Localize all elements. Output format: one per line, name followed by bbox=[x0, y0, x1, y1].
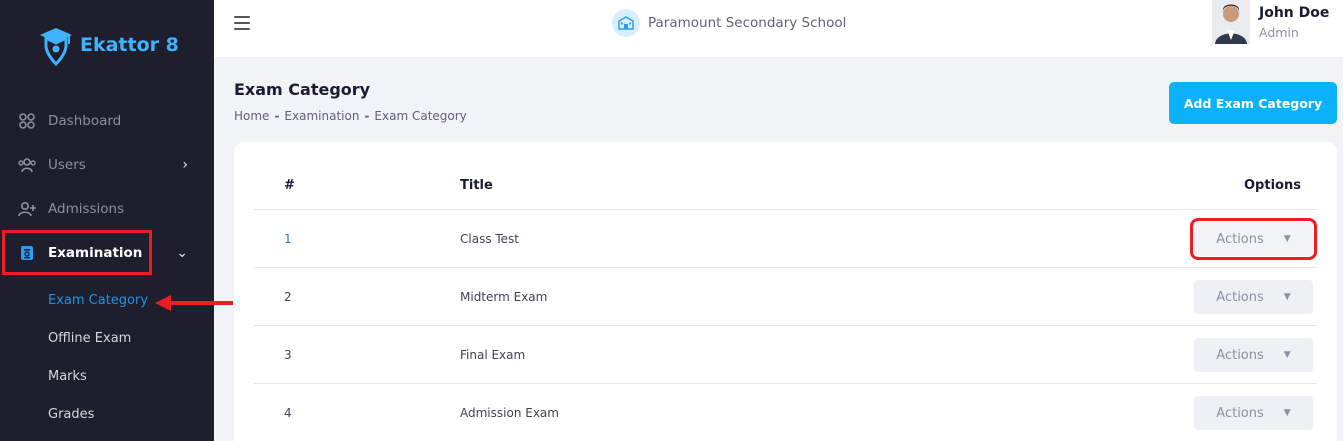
caret-down-icon: ▼ bbox=[1283, 292, 1291, 302]
exam-category-table: # Title Options 1 Class Test Actions ▼ 2… bbox=[234, 142, 1337, 441]
add-user-icon bbox=[18, 200, 36, 218]
avatar bbox=[1212, 0, 1250, 44]
actions-dropdown-button[interactable]: Actions ▼ bbox=[1194, 396, 1313, 430]
school-icon bbox=[612, 9, 640, 37]
row-divider bbox=[254, 383, 1317, 384]
actions-label: Actions bbox=[1216, 289, 1264, 305]
school-name: Paramount Secondary School bbox=[648, 15, 847, 31]
actions-dropdown-button[interactable]: Actions ▼ bbox=[1190, 218, 1317, 260]
exam-document-icon bbox=[18, 244, 36, 262]
page-title: Exam Category bbox=[234, 80, 371, 99]
sidebar-item-label: Examination bbox=[48, 245, 143, 261]
table-cell-title: Admission Exam bbox=[460, 406, 559, 420]
brand-name: Ekattor 8 bbox=[80, 34, 179, 56]
sidebar-subitem-grades[interactable]: Grades bbox=[48, 407, 94, 422]
chevron-down-icon: ⌄ bbox=[176, 245, 188, 261]
user-menu[interactable]: John Doe Admin bbox=[1212, 0, 1329, 44]
table-cell-num: 2 bbox=[284, 290, 292, 304]
sidebar-item-dashboard[interactable]: Dashboard bbox=[18, 110, 121, 132]
sidebar-item-label: Dashboard bbox=[48, 113, 122, 129]
row-divider bbox=[254, 209, 1317, 210]
sidebar-subitem-offline-exam[interactable]: Offline Exam bbox=[48, 331, 131, 346]
breadcrumb-separator: - bbox=[364, 109, 370, 123]
caret-down-icon: ▼ bbox=[1283, 234, 1291, 244]
actions-dropdown-button[interactable]: Actions ▼ bbox=[1194, 280, 1313, 314]
column-header-num: # bbox=[284, 178, 295, 193]
sidebar-subitem-exam-category[interactable]: Exam Category bbox=[48, 293, 148, 308]
users-icon bbox=[18, 156, 36, 174]
column-header-options: Options bbox=[1244, 178, 1301, 193]
caret-down-icon: ▼ bbox=[1283, 350, 1291, 360]
sidebar-item-label: Admissions bbox=[48, 201, 125, 217]
table-cell-title: Final Exam bbox=[460, 348, 526, 362]
table-cell-num: 4 bbox=[284, 406, 292, 420]
breadcrumb-separator: - bbox=[274, 109, 280, 123]
top-bar: Paramount Secondary School John Doe Admi… bbox=[214, 0, 1343, 57]
sidebar: Ekattor 8 Dashboard Users › Admissions E… bbox=[0, 0, 214, 441]
table-cell-title: Midterm Exam bbox=[460, 290, 548, 304]
table-cell-title: Class Test bbox=[460, 232, 520, 246]
row-divider bbox=[254, 325, 1317, 326]
sidebar-item-users[interactable]: Users › bbox=[18, 154, 214, 176]
user-role: Admin bbox=[1259, 25, 1299, 40]
dashboard-icon bbox=[18, 112, 36, 130]
chevron-right-icon: › bbox=[182, 157, 188, 173]
breadcrumb-current: Exam Category bbox=[374, 109, 467, 123]
sidebar-item-admissions[interactable]: Admissions bbox=[18, 198, 124, 220]
breadcrumb: Home - Examination - Exam Category bbox=[234, 109, 467, 123]
actions-dropdown-button[interactable]: Actions ▼ bbox=[1194, 338, 1313, 372]
graduation-pin-icon bbox=[40, 28, 72, 66]
menu-toggle-icon[interactable] bbox=[234, 16, 250, 30]
table-cell-num: 3 bbox=[284, 348, 292, 362]
actions-label: Actions bbox=[1216, 231, 1264, 247]
caret-down-icon: ▼ bbox=[1283, 408, 1291, 418]
table-cell-num: 1 bbox=[284, 232, 292, 246]
actions-label: Actions bbox=[1216, 405, 1264, 421]
add-exam-category-button[interactable]: Add Exam Category bbox=[1169, 82, 1337, 124]
school-selector[interactable]: Paramount Secondary School bbox=[612, 9, 846, 37]
annotation-arrow-icon bbox=[155, 295, 233, 311]
column-header-title: Title bbox=[460, 178, 493, 193]
sidebar-item-examination[interactable]: Examination ⌄ bbox=[18, 242, 214, 264]
sidebar-item-label: Users bbox=[48, 157, 86, 173]
breadcrumb-examination[interactable]: Examination bbox=[284, 109, 359, 123]
sidebar-subitem-marks[interactable]: Marks bbox=[48, 369, 87, 384]
breadcrumb-home[interactable]: Home bbox=[234, 109, 269, 123]
row-divider bbox=[254, 267, 1317, 268]
brand[interactable]: Ekattor 8 bbox=[38, 24, 179, 66]
actions-label: Actions bbox=[1216, 347, 1264, 363]
user-name: John Doe bbox=[1259, 5, 1330, 21]
